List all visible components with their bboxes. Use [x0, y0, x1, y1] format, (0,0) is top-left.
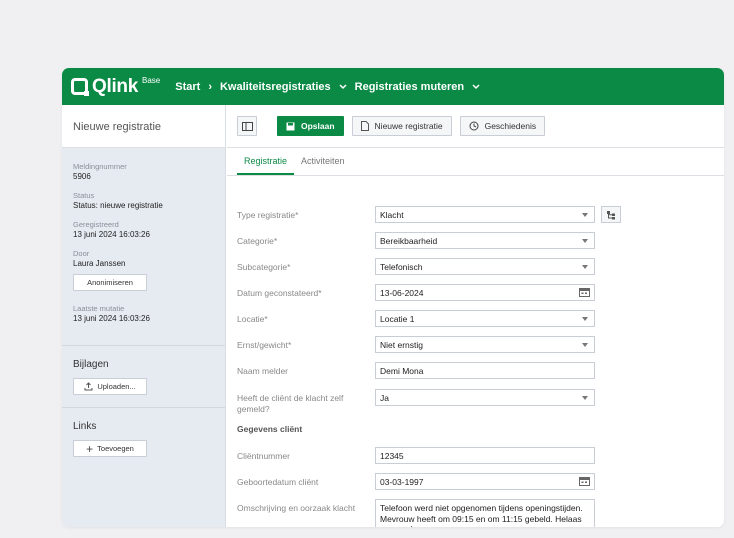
top-navigation-bar: Qlink Base Start › Kwaliteitsregistratie…: [62, 68, 724, 105]
description-label: Omschrijving en oorzaak klacht: [237, 503, 356, 513]
meta-value: Status: nieuwe registratie: [73, 201, 163, 210]
severity-select[interactable]: Niet ernstig: [375, 336, 595, 353]
date-found-input[interactable]: 13-06-2024: [375, 284, 595, 301]
logo-edition: Base: [142, 75, 161, 85]
client-reported-label: Heeft de cliënt de klacht zelf gemeld?: [237, 393, 344, 414]
category-label: Categorie*: [237, 236, 278, 246]
tab-bar: Registratie Activiteiten: [227, 148, 724, 176]
date-found-value: 13-06-2024: [380, 288, 424, 298]
upload-label: Uploaden...: [97, 382, 136, 391]
history-button[interactable]: Geschiedenis: [459, 116, 546, 136]
breadcrumb-start[interactable]: Start: [175, 81, 200, 93]
save-label: Opslaan: [301, 121, 335, 131]
location-label: Locatie*: [237, 314, 268, 324]
client-number-input[interactable]: 12345: [375, 447, 595, 464]
sidebar-panel-icon: [241, 121, 253, 131]
qlink-logo-icon: [71, 78, 89, 96]
history-label: Geschiedenis: [484, 121, 537, 131]
hierarchy-icon: [607, 210, 615, 219]
document-icon: [360, 121, 369, 131]
meta-label: Geregistreerd: [73, 220, 119, 229]
client-section-heading: Gegevens cliënt: [237, 424, 303, 434]
new-registration-label: Nieuwe registratie: [374, 121, 443, 131]
logo-text: Qlink: [92, 75, 139, 97]
attachments-section: Bijlagen Uploaden...: [62, 345, 225, 407]
add-link-button[interactable]: + Toevoegen: [73, 440, 147, 457]
type-label: Type registratie*: [237, 210, 299, 220]
breadcrumb-label: Kwaliteitsregistraties: [219, 80, 331, 93]
client-reported-select[interactable]: Ja: [375, 389, 595, 406]
meta-label: Meldingnummer: [73, 162, 127, 171]
reporter-input[interactable]: Demi Mona: [375, 362, 595, 379]
birthdate-value: 03-03-1997: [380, 477, 424, 487]
new-registration-button[interactable]: Nieuwe registratie: [351, 116, 452, 136]
plus-icon: +: [86, 441, 94, 456]
chevron-down-icon: [472, 83, 480, 89]
upload-icon: [84, 382, 93, 391]
birthdate-input[interactable]: 03-03-1997: [375, 473, 595, 490]
tab-registratie[interactable]: Registratie: [237, 148, 295, 175]
birthdate-label: Geboortedatum cliënt: [237, 477, 319, 487]
client-number-label: Cliëntnummer: [237, 451, 290, 461]
breadcrumb-registraties-muteren[interactable]: Registraties muteren: [355, 81, 480, 93]
breadcrumb: Start › Kwaliteitsregistraties Registrat…: [175, 81, 480, 93]
breadcrumb-label: Registraties muteren: [354, 80, 465, 93]
chevron-right-icon: ›: [208, 80, 212, 93]
meta-label: Door: [73, 249, 90, 258]
calendar-icon[interactable]: [579, 287, 590, 297]
add-label: Toevoegen: [97, 444, 134, 453]
breadcrumb-kwaliteitsregistraties[interactable]: Kwaliteitsregistraties: [220, 81, 347, 93]
meta-value: 5906: [73, 172, 91, 181]
meta-label: Status: [73, 191, 95, 200]
app-window: Qlink Base Start › Kwaliteitsregistratie…: [62, 68, 724, 527]
toolbar: Opslaan Nieuwe registratie Geschiedenis: [227, 105, 724, 148]
save-button[interactable]: Opslaan: [277, 116, 344, 136]
links-section: Links + Toevoegen: [62, 407, 225, 469]
location-select[interactable]: Locatie 1: [375, 310, 595, 327]
description-textarea[interactable]: Telefoon werd niet opgenomen tijdens ope…: [375, 499, 595, 527]
registration-meta: Meldingnummer 5906 Status Status: nieuwe…: [62, 148, 225, 323]
floppy-disk-icon: [286, 122, 295, 131]
date-found-label: Datum geconstateerd*: [237, 288, 322, 298]
tab-activiteiten[interactable]: Activiteiten: [294, 148, 352, 175]
chevron-down-icon: [339, 83, 347, 89]
links-title: Links: [73, 421, 97, 432]
toggle-sidebar-button[interactable]: [237, 116, 257, 136]
sidebar: Nieuwe registratie Meldingnummer 5906 St…: [62, 105, 226, 527]
type-select[interactable]: Klacht: [375, 206, 595, 223]
category-select[interactable]: Bereikbaarheid: [375, 232, 595, 249]
upload-button[interactable]: Uploaden...: [73, 378, 147, 395]
reporter-label: Naam melder: [237, 366, 289, 376]
meta-value: 13 juni 2024 16:03:26: [73, 314, 150, 323]
calendar-icon[interactable]: [579, 476, 590, 486]
meta-value: Laura Janssen: [73, 259, 126, 268]
subcategory-label: Subcategorie*: [237, 262, 291, 272]
qlink-logo[interactable]: Qlink Base: [71, 76, 160, 98]
page-background: Qlink Base Start › Kwaliteitsregistratie…: [0, 0, 734, 538]
anonymize-button[interactable]: Anonimiseren: [73, 274, 147, 291]
severity-label: Ernst/gewicht*: [237, 340, 292, 350]
attachments-title: Bijlagen: [73, 359, 109, 370]
tree-select-button[interactable]: [601, 206, 621, 223]
main-content: Opslaan Nieuwe registratie Geschiedenis …: [227, 105, 724, 527]
meta-value: 13 juni 2024 16:03:26: [73, 230, 150, 239]
sidebar-title: Nieuwe registratie: [62, 105, 225, 148]
history-icon: [469, 121, 479, 131]
subcategory-select[interactable]: Telefonisch: [375, 258, 595, 275]
meta-label: Laatste mutatie: [73, 304, 125, 313]
